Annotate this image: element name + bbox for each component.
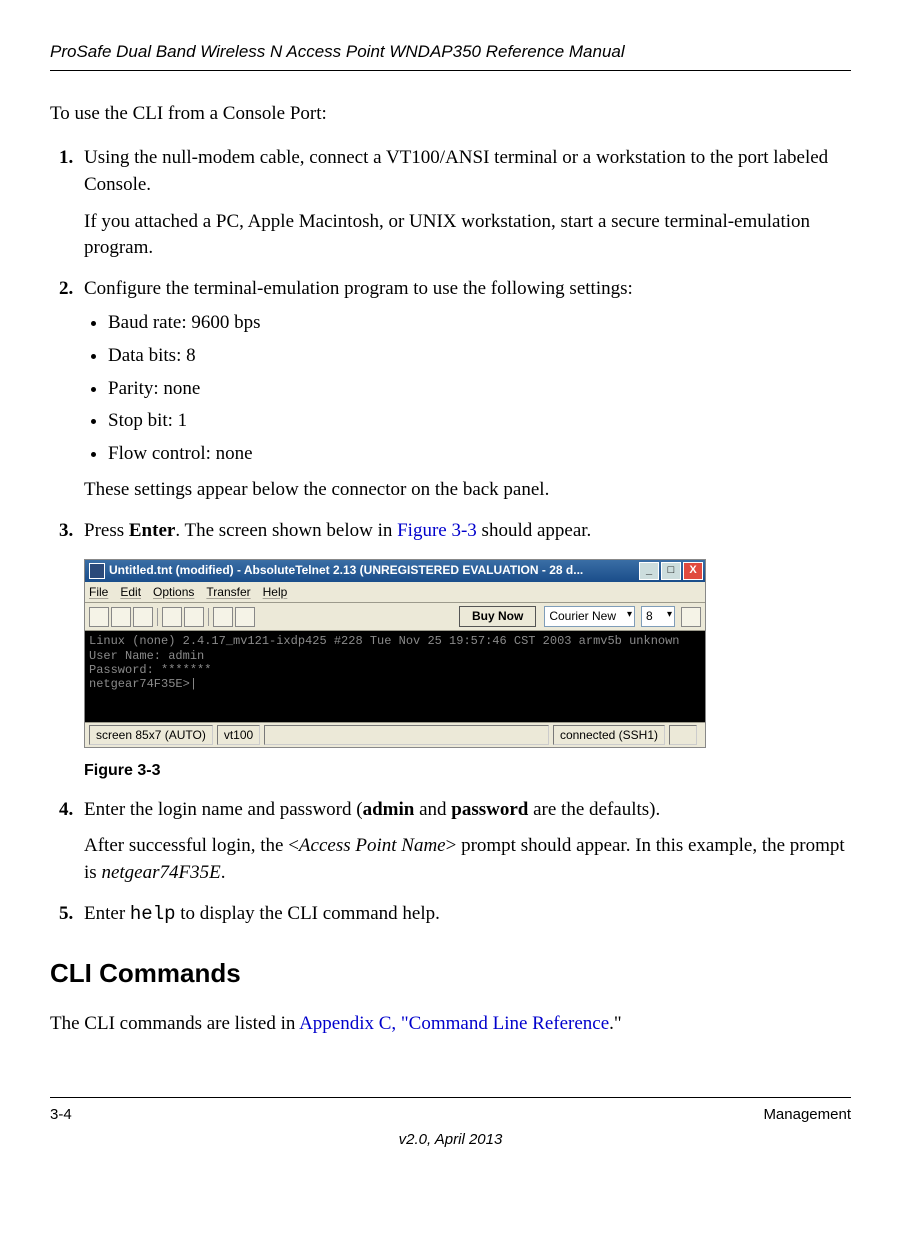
toolbar-sep xyxy=(157,608,158,626)
bullet-flow: Flow control: none xyxy=(108,441,851,468)
status-grip xyxy=(669,725,697,746)
step-4-pre: Enter the login name and password ( xyxy=(84,799,363,820)
step-4-para2: After successful login, the <Access Poin… xyxy=(84,833,851,886)
toolbar-icon-1[interactable] xyxy=(89,607,109,627)
toolbar: Buy Now Courier New 8 xyxy=(85,603,705,631)
intro-text: To use the CLI from a Console Port: xyxy=(50,101,851,128)
step-3: Press Enter. The screen shown below in F… xyxy=(78,518,851,783)
step-4-apname: Access Point Name xyxy=(299,835,446,856)
step-4-post1: are the defaults). xyxy=(528,799,660,820)
buy-now-button[interactable]: Buy Now xyxy=(459,606,536,627)
step-4-p2a: After successful login, the < xyxy=(84,835,299,856)
status-screen: screen 85x7 (AUTO) xyxy=(89,725,213,746)
toolbar-sep-2 xyxy=(208,608,209,626)
toolbar-icon-2[interactable] xyxy=(111,607,131,627)
telnet-window: Untitled.tnt (modified) - AbsoluteTelnet… xyxy=(84,559,706,749)
step-5: Enter help to display the CLI command he… xyxy=(78,901,851,928)
toolbar-icon-4[interactable] xyxy=(162,607,182,627)
footer-version: v2.0, April 2013 xyxy=(50,1129,851,1150)
step-1-para2: If you attached a PC, Apple Macintosh, o… xyxy=(84,209,851,262)
doc-header-title: ProSafe Dual Band Wireless N Access Poin… xyxy=(50,40,851,71)
section-body: The CLI commands are listed in Appendix … xyxy=(50,1011,851,1038)
footer-pagenum: 3-4 xyxy=(50,1104,72,1125)
step-1-para1: Using the null-modem cable, connect a VT… xyxy=(84,147,828,195)
step-4-p2e: . xyxy=(221,862,226,883)
step-5-code: help xyxy=(130,903,176,925)
step-5-pre: Enter xyxy=(84,903,130,924)
toolbar-icon-5[interactable] xyxy=(184,607,204,627)
close-button[interactable]: X xyxy=(683,562,703,580)
toolbar-icon-7[interactable] xyxy=(235,607,255,627)
figure-caption: Figure 3-3 xyxy=(84,760,851,782)
term-line-4: netgear74F35E>| xyxy=(89,677,197,691)
step-2-bullets: Baud rate: 9600 bps Data bits: 8 Parity:… xyxy=(84,310,851,467)
section-body-pre: The CLI commands are listed in xyxy=(50,1013,299,1034)
menu-transfer[interactable]: Transfer xyxy=(206,584,250,601)
menu-file[interactable]: File xyxy=(89,584,108,601)
step-4-admin: admin xyxy=(363,799,415,820)
figure-3-3: Untitled.tnt (modified) - AbsoluteTelnet… xyxy=(84,559,851,783)
page-footer: 3-4 Management xyxy=(50,1097,851,1125)
step-4-password: password xyxy=(451,799,528,820)
menu-edit[interactable]: Edit xyxy=(120,584,141,601)
step-3-mid: . The screen shown below in xyxy=(175,520,397,541)
bullet-databits: Data bits: 8 xyxy=(108,343,851,370)
step-1: Using the null-modem cable, connect a VT… xyxy=(78,145,851,261)
step-2-para: Configure the terminal-emulation program… xyxy=(84,278,633,299)
bullet-stopbit: Stop bit: 1 xyxy=(108,408,851,435)
toolbar-icon-8[interactable] xyxy=(681,607,701,627)
status-spacer xyxy=(264,725,549,746)
term-line-2: User Name: admin xyxy=(89,649,204,663)
bullet-parity: Parity: none xyxy=(108,376,851,403)
window-titlebar: Untitled.tnt (modified) - AbsoluteTelnet… xyxy=(85,560,705,582)
step-2-after: These settings appear below the connecto… xyxy=(84,477,851,504)
menu-options[interactable]: Options xyxy=(153,584,194,601)
terminal-output: Linux (none) 2.4.17_mv121-ixdp425 #228 T… xyxy=(85,631,705,722)
bullet-baud: Baud rate: 9600 bps xyxy=(108,310,851,337)
steps-list: Using the null-modem cable, connect a VT… xyxy=(50,145,851,927)
section-heading-cli-commands: CLI Commands xyxy=(50,955,851,991)
step-3-pre: Press xyxy=(84,520,129,541)
section-body-post: ." xyxy=(609,1013,622,1034)
status-term: vt100 xyxy=(217,725,260,746)
term-line-3: Password: ******* xyxy=(89,663,211,677)
toolbar-icon-6[interactable] xyxy=(213,607,233,627)
appendix-c-link[interactable]: Appendix C, "Command Line Reference xyxy=(299,1013,609,1034)
step-5-post: to display the CLI command help. xyxy=(176,903,440,924)
step-4: Enter the login name and password (admin… xyxy=(78,797,851,887)
maximize-button[interactable]: □ xyxy=(661,562,681,580)
menubar: File Edit Options Transfer Help xyxy=(85,582,705,604)
term-line-1: Linux (none) 2.4.17_mv121-ixdp425 #228 T… xyxy=(89,634,680,648)
step-2: Configure the terminal-emulation program… xyxy=(78,276,851,504)
app-icon xyxy=(89,563,105,579)
statusbar: screen 85x7 (AUTO) vt100 connected (SSH1… xyxy=(85,722,705,748)
menu-help[interactable]: Help xyxy=(263,584,288,601)
toolbar-icon-3[interactable] xyxy=(133,607,153,627)
step-4-mid1: and xyxy=(414,799,451,820)
window-title-text: Untitled.tnt (modified) - AbsoluteTelnet… xyxy=(109,562,635,579)
step-4-prompt: netgear74F35E xyxy=(101,862,220,883)
step-3-post: should appear. xyxy=(477,520,592,541)
status-conn: connected (SSH1) xyxy=(553,725,665,746)
figure-3-3-link[interactable]: Figure 3-3 xyxy=(397,520,477,541)
footer-chapter: Management xyxy=(763,1104,851,1125)
font-size-select[interactable]: 8 xyxy=(641,606,675,627)
minimize-button[interactable]: _ xyxy=(639,562,659,580)
step-3-bold: Enter xyxy=(129,520,175,541)
font-select[interactable]: Courier New xyxy=(544,606,635,627)
